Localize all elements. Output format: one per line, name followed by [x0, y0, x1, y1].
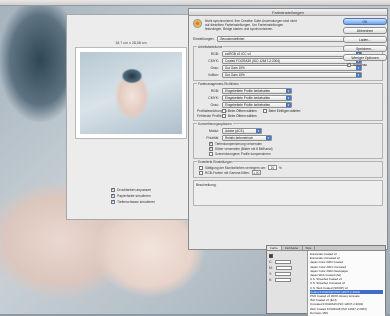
foreground-swatch[interactable] [269, 253, 273, 258]
group-title: Arbeitsfarbräume [197, 44, 224, 49]
checkbox-icon[interactable] [199, 165, 203, 170]
print-preview-panel: 18,7 cm x 28,58 cm ✓ Druckfarben anpassen… [66, 14, 196, 220]
ask-on-open-checkbox[interactable]: Beim Öffnen wählen [222, 108, 257, 113]
checkbox-icon[interactable] [209, 151, 213, 156]
option-simulate-paper[interactable]: ✓ Papierfarbe simulieren [111, 193, 155, 198]
channel-m-input[interactable] [275, 265, 292, 270]
chevron-down-icon: ▾ [256, 128, 261, 133]
missing-profiles-row: Fehlende Profile: Beim Öffnen wählen [197, 113, 257, 118]
checkbox-icon[interactable] [199, 170, 203, 175]
color-panel: Farbe Farbfelder Stile C: M: Y: K: Euros… [266, 245, 386, 316]
preview-frame [75, 47, 187, 139]
checkbox-icon[interactable]: ✓ [347, 63, 351, 67]
policies-group: Farbmanagement-Richtlinien RGB: Eingebett… [193, 81, 383, 121]
chevron-down-icon: ▾ [286, 95, 291, 100]
chevron-down-icon: ▾ [356, 72, 361, 77]
tab-swatches[interactable]: Farbfelder [282, 246, 303, 250]
sync-info-text: Nicht synchronisiert: Ihre Creative Suit… [205, 19, 297, 31]
preview-options: ✓ Druckfarben anpassen ✓ Papierfarbe simul… [111, 187, 155, 205]
cmyk-policy-select[interactable]: Eingebettete Profile beibehalten ▾ [222, 94, 292, 101]
working-space-spot: Vollton: Dot Gain 15% ▾ [197, 71, 379, 78]
tab-styles[interactable]: Stile [303, 246, 316, 250]
panel-body: C: M: Y: K: Euroscale Coated v2 Euroscale… [267, 251, 385, 316]
gray-space-select[interactable]: Dot Gain 15% ▾ [222, 64, 362, 71]
profile-list[interactable]: Euroscale Coated v2 Euroscale Uncoated v2… [307, 251, 385, 316]
group-title: Farbmanagement-Richtlinien [197, 81, 240, 86]
engine-row: Modul: Adobe (ACE) ▾ [197, 127, 379, 134]
dialog-buttons: OK Abbrechen Laden... Speichern... Wenig… [343, 18, 389, 67]
blend-gamma-row[interactable]: RGB-Farben mit Gamma füllen: 1,00 [197, 170, 379, 175]
gamma-input[interactable]: 1,00 [251, 170, 261, 175]
print-size-label: 18,7 cm x 28,58 cm [115, 41, 147, 45]
advanced-group: Erweiterte Einstellungen Sättigung der M… [193, 159, 383, 178]
policy-gray: Grau: Eingebettete Profile beibehalten ▾ [197, 101, 379, 108]
option-simulate-black[interactable]: ✓ Tiefenschwarz simulieren [111, 199, 155, 204]
channel-c-input[interactable] [275, 259, 292, 264]
group-title: Konvertierungsoptionen [197, 121, 233, 126]
rgb-policy-select[interactable]: Eingebettete Profile beibehalten ▾ [222, 87, 292, 94]
checkbox-icon[interactable] [222, 108, 226, 113]
checkbox-icon[interactable]: ✓ [111, 199, 115, 204]
dialog-title: Farbeinstellungen [189, 9, 387, 16]
policy-cmyk: CMYK: Eingebettete Profile beibehalten ▾ [197, 94, 379, 101]
policy-rgb: RGB: Eingebettete Profile beibehalten ▾ [197, 87, 379, 94]
checkbox-icon[interactable]: ✓ [209, 141, 213, 146]
intent-row: Priorität: Relativ farbmetrisch ▾ [197, 134, 379, 141]
channel-y: Y: [269, 271, 305, 276]
group-title: Erweiterte Einstellungen [197, 159, 234, 164]
checkbox-icon[interactable]: ✓ [111, 193, 115, 198]
rgb-space-select[interactable]: eciRGB v2 ICC v4▾ [222, 50, 362, 57]
channel-m: M: [269, 265, 305, 270]
channel-k-input[interactable] [275, 277, 292, 282]
color-swatch-row [269, 253, 305, 258]
channel-y-input[interactable] [275, 271, 292, 276]
channel-c: C: [269, 259, 305, 264]
preview-checkbox[interactable]: ✓ Vorschau [343, 63, 389, 67]
missing-ask-on-open-checkbox[interactable]: Beim Öffnen wählen [222, 113, 257, 118]
scene-profiles-checkbox[interactable]: Szenenbezogene Profile kompensieren [197, 151, 379, 156]
desaturate-input[interactable]: 20 [267, 165, 277, 170]
settings-label: Einstellungen: [193, 37, 215, 41]
suite-icon [193, 19, 202, 28]
chevron-down-icon: ▾ [286, 88, 291, 93]
spot-space-select[interactable]: Dot Gain 15% ▾ [222, 71, 362, 78]
checkbox-icon[interactable]: ✓ [209, 146, 213, 151]
conversion-group: Konvertierungsoptionen Modul: Adobe (ACE)… [193, 121, 383, 159]
save-button[interactable]: Speichern... [343, 45, 387, 52]
gray-policy-select[interactable]: Eingebettete Profile beibehalten ▾ [222, 101, 292, 108]
checkbox-icon[interactable] [262, 108, 267, 113]
tab-color[interactable]: Farbe [267, 246, 282, 250]
preview-image [80, 52, 182, 134]
load-button[interactable]: Laden... [343, 36, 387, 43]
cmyk-space-select[interactable]: Coated FOGRA39 (ISO 12647-2:2004)▾ [222, 57, 362, 64]
chevron-down-icon: ▾ [286, 102, 291, 107]
option-match-print-colors[interactable]: ✓ Druckfarben anpassen [111, 187, 155, 192]
description-box: Beschreibung: [193, 180, 383, 206]
checkbox-icon[interactable]: ✓ [111, 187, 115, 192]
cancel-button[interactable]: Abbrechen [343, 27, 387, 34]
ok-button[interactable]: OK [343, 18, 387, 25]
fewer-options-button[interactable]: Weniger Optionen [343, 54, 387, 61]
engine-select[interactable]: Adobe (ACE) ▾ [222, 127, 262, 134]
chevron-down-icon: ▾ [266, 135, 271, 140]
ask-on-paste-checkbox[interactable]: Beim Einfügen wählen [262, 108, 300, 113]
menu-bar [0, 0, 390, 6]
color-controls: C: M: Y: K: [267, 251, 307, 316]
profile-list-item[interactable]: Dot Gain 15% [310, 311, 383, 315]
checkbox-icon[interactable] [222, 113, 226, 118]
intent-select[interactable]: Relativ farbmetrisch ▾ [222, 134, 272, 141]
channel-k: K: [269, 277, 305, 282]
